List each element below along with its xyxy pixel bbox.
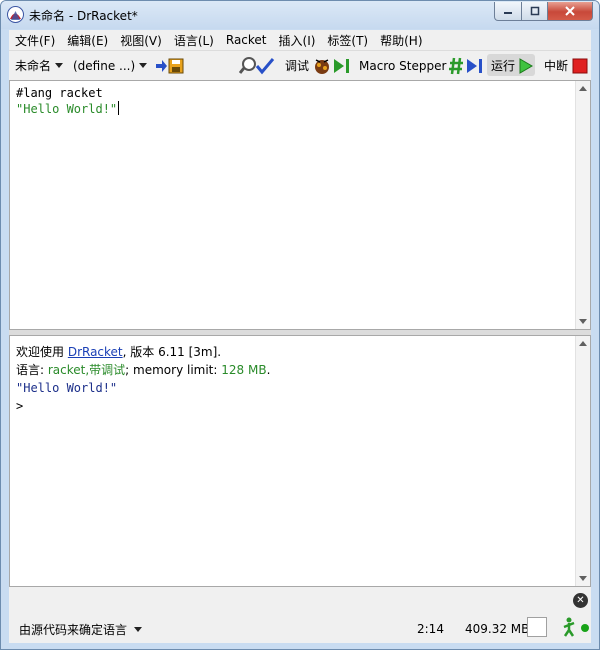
- welcome-prefix: 欢迎使用: [16, 345, 68, 359]
- run-button[interactable]: 运行: [491, 51, 534, 80]
- repl-prompt: >: [16, 399, 24, 413]
- menu-insert[interactable]: 插入(I): [273, 32, 322, 49]
- definitions-editor[interactable]: #lang racket "Hello World!": [9, 80, 591, 330]
- toolbar: 未命名 (define ...) 调试 Macro Stepper 运行 中断: [9, 50, 591, 81]
- memory-limit: 128 MB: [221, 363, 267, 377]
- debug-bug-icon: [315, 58, 350, 74]
- memory-end: .: [266, 363, 271, 377]
- menu-language[interactable]: 语言(L): [168, 32, 220, 49]
- memory-usage[interactable]: 409.32 MB: [465, 622, 529, 636]
- editor-scrollbar[interactable]: [575, 81, 590, 329]
- gc-indicator: [527, 617, 547, 637]
- scroll-up-icon[interactable]: [579, 86, 587, 91]
- code-line-lang: #lang racket: [16, 86, 103, 100]
- language-line: 语言: racket,带调试; memory limit: 128 MB.: [16, 361, 270, 379]
- welcome-line: 欢迎使用 DrRacket, 版本 6.11 [3m].: [16, 343, 270, 361]
- drracket-link[interactable]: DrRacket: [68, 345, 123, 359]
- minimize-button[interactable]: [494, 2, 522, 21]
- interactions-pane[interactable]: 欢迎使用 DrRacket, 版本 6.11 [3m]. 语言: racket,…: [9, 335, 591, 587]
- menu-edit[interactable]: 编辑(E): [61, 32, 114, 49]
- save-arrow-icon: [156, 58, 184, 73]
- maximize-icon: [530, 6, 539, 16]
- scroll-down-icon[interactable]: [579, 576, 587, 581]
- code-text: #lang racket "Hello World!": [16, 85, 120, 117]
- check-syntax-button[interactable]: [239, 51, 275, 80]
- menu-file[interactable]: 文件(F): [9, 32, 61, 49]
- run-label: 运行: [491, 59, 516, 73]
- maximize-button[interactable]: [522, 2, 548, 21]
- scroll-down-icon[interactable]: [579, 319, 587, 324]
- memory-prefix: ; memory limit:: [125, 363, 222, 377]
- save-button[interactable]: [155, 51, 185, 80]
- code-line-string: "Hello World!": [16, 101, 120, 117]
- menu-racket[interactable]: Racket: [220, 33, 273, 47]
- break-button[interactable]: 中断: [544, 51, 588, 80]
- minimize-icon: [504, 12, 512, 14]
- menu-tabs[interactable]: 标签(T): [321, 32, 374, 49]
- string-literal: "Hello World!": [16, 102, 118, 116]
- stop-icon: [572, 58, 588, 73]
- menu-bar: 文件(F) 编辑(E) 视图(V) 语言(L) Racket 插入(I) 标签(…: [9, 30, 591, 50]
- close-pane-icon[interactable]: ✕: [573, 593, 588, 608]
- define-dropdown-label: (define ...): [73, 58, 136, 73]
- chevron-down-icon: [55, 63, 64, 68]
- file-dropdown[interactable]: 未命名: [15, 51, 64, 80]
- chevron-down-icon: [139, 63, 148, 68]
- close-icon: [565, 6, 575, 16]
- menu-help[interactable]: 帮助(H): [374, 32, 428, 49]
- file-dropdown-label: 未命名: [15, 59, 52, 73]
- menu-view[interactable]: 视图(V): [114, 32, 168, 49]
- status-indicator-dot: [581, 624, 589, 632]
- cursor-position: 2:14: [417, 622, 444, 636]
- debug-label: 调试: [285, 59, 310, 73]
- chevron-down-icon: [134, 627, 143, 632]
- macro-stepper-icon: [449, 57, 483, 74]
- scroll-up-icon[interactable]: [579, 341, 587, 346]
- macro-stepper-button[interactable]: Macro Stepper: [359, 51, 489, 80]
- language-select[interactable]: 由源代码来确定语言: [19, 621, 143, 638]
- output-line: "Hello World!": [16, 381, 118, 395]
- language-value: racket,带调试: [47, 363, 126, 377]
- drracket-logo-icon: [7, 6, 24, 23]
- text-cursor: [118, 101, 120, 115]
- drracket-window: 未命名 - DrRacket* 文件(F) 编辑(E) 视图(V) 语言(L) …: [0, 0, 600, 650]
- debug-button[interactable]: 调试: [285, 51, 354, 80]
- language-select-label: 由源代码来确定语言: [19, 623, 128, 637]
- title-bar[interactable]: 未命名 - DrRacket*: [1, 1, 599, 29]
- close-button[interactable]: [548, 2, 593, 21]
- break-label: 中断: [544, 59, 569, 73]
- interactions-text: 欢迎使用 DrRacket, 版本 6.11 [3m]. 语言: racket,…: [16, 343, 270, 415]
- status-bar: ✕ 由源代码来确定语言 2:14 409.32 MB: [9, 587, 591, 643]
- language-prefix: 语言:: [16, 363, 48, 377]
- interactions-scrollbar[interactable]: [575, 336, 590, 586]
- macro-stepper-label: Macro Stepper: [359, 58, 447, 73]
- check-syntax-icon: [239, 56, 275, 74]
- window-title: 未命名 - DrRacket*: [29, 9, 138, 23]
- window-controls: [494, 2, 593, 21]
- running-person-icon: [563, 617, 575, 637]
- run-play-icon: [519, 57, 534, 74]
- define-dropdown[interactable]: (define ...): [73, 51, 148, 80]
- welcome-version: , 版本 6.11 [3m].: [122, 345, 222, 359]
